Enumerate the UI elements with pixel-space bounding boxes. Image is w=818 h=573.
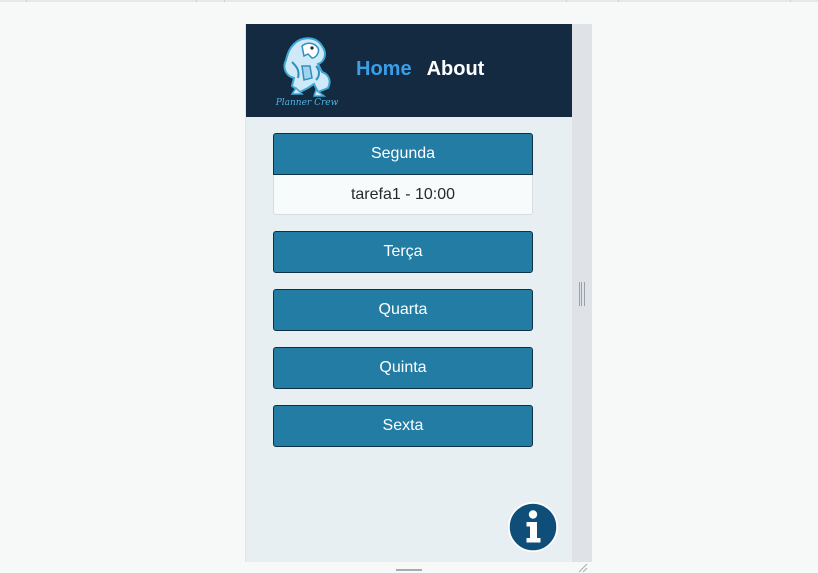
app-header: Planner Crew Home About (246, 24, 573, 117)
weekday-list: Segunda tarefa1 - 10:00 Terça Quarta Qui… (273, 133, 533, 463)
scrollbar-grip[interactable] (579, 282, 585, 306)
task-item: tarefa1 - 10:00 (273, 175, 533, 215)
panel-resize-handle[interactable] (396, 569, 422, 571)
logo-text: Planner Crew (275, 98, 339, 108)
app-frame: Planner Crew Home About Segunda tarefa1 … (245, 24, 592, 562)
day-group-quarta: Quarta (273, 289, 533, 331)
day-group-sexta: Sexta (273, 405, 533, 447)
info-button[interactable] (508, 502, 558, 552)
resize-corner-icon[interactable] (578, 563, 588, 573)
mascot-icon (283, 37, 331, 97)
app-content: Planner Crew Home About Segunda tarefa1 … (245, 24, 573, 562)
day-group-segunda: Segunda tarefa1 - 10:00 (273, 133, 533, 215)
day-button-sexta[interactable]: Sexta (273, 405, 533, 447)
top-nav: Home About (356, 58, 484, 81)
logo[interactable]: Planner Crew (272, 36, 342, 108)
nav-home-link[interactable]: Home (356, 58, 412, 81)
day-button-quarta[interactable]: Quarta (273, 289, 533, 331)
day-group-quinta: Quinta (273, 347, 533, 389)
nav-about-link[interactable]: About (427, 58, 485, 81)
day-button-quinta[interactable]: Quinta (273, 347, 533, 389)
info-icon (508, 502, 558, 552)
day-group-terca: Terça (273, 231, 533, 273)
day-button-terca[interactable]: Terça (273, 231, 533, 273)
scrollbar[interactable] (572, 24, 592, 562)
top-divider (0, 0, 818, 2)
day-button-segunda[interactable]: Segunda (273, 133, 533, 175)
